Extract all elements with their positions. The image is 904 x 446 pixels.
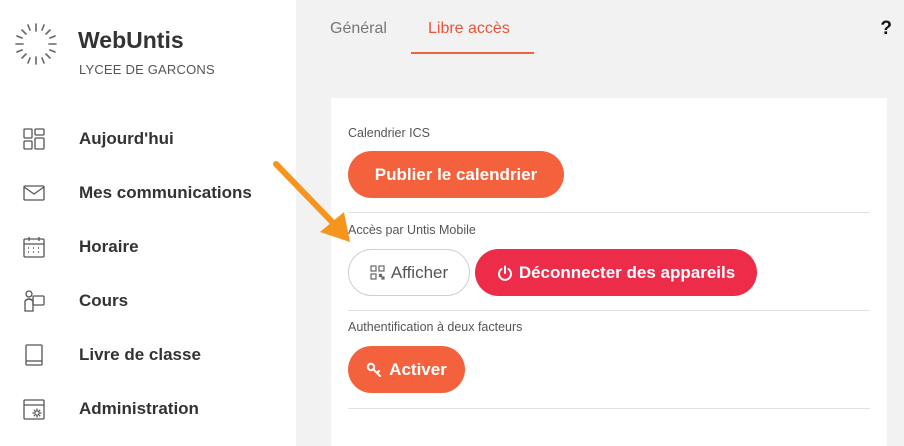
- mobile-section-label: Accès par Untis Mobile: [348, 223, 476, 237]
- sidebar-item-schedule[interactable]: Horaire: [0, 225, 296, 269]
- annotation-arrow-icon: [273, 161, 350, 242]
- sidebar: WebUntis LYCEE DE GARCONS Aujourd'hui Me…: [0, 0, 296, 446]
- key-icon: [366, 361, 383, 378]
- show-qr-button[interactable]: Afficher: [348, 249, 470, 296]
- calendar-icon: [23, 237, 45, 258]
- show-button-label: Afficher: [390, 262, 449, 282]
- sidebar-item-label: Administration: [79, 399, 199, 418]
- divider: [348, 408, 870, 409]
- activate-button-label: Activer: [389, 359, 447, 379]
- disconnect-devices-button[interactable]: Déconnecter des appareils: [475, 249, 757, 296]
- sidebar-item-label: Cours: [79, 291, 129, 310]
- admin-settings-icon: [23, 399, 45, 420]
- activate-2fa-button[interactable]: Activer: [348, 346, 465, 393]
- sidebar-item-label: Aujourd'hui: [79, 129, 174, 148]
- book-icon: [25, 344, 43, 366]
- sidebar-item-today[interactable]: Aujourd'hui: [0, 117, 296, 161]
- brand-name: WebUntis: [78, 27, 184, 53]
- twofa-section-label: Authentification à deux facteurs: [348, 320, 523, 334]
- divider: [348, 310, 870, 311]
- sidebar-item-courses[interactable]: Cours: [0, 279, 296, 323]
- publish-calendar-button[interactable]: Publier le calendrier: [348, 151, 564, 198]
- mail-icon: [23, 185, 45, 201]
- settings-card: Calendrier ICS Publier le calendrier Acc…: [331, 98, 887, 446]
- help-button[interactable]: ?: [880, 18, 892, 40]
- sidebar-item-label: Mes communications: [79, 183, 252, 202]
- school-name: LYCEE DE GARCONS: [79, 62, 215, 77]
- disconnect-button-label: Déconnecter des appareils: [518, 262, 736, 282]
- tab-general[interactable]: Général: [330, 20, 387, 38]
- dashboard-icon: [23, 128, 45, 150]
- active-tab-indicator: [411, 52, 534, 54]
- sidebar-item-label: Livre de classe: [79, 345, 201, 364]
- sidebar-item-classbook[interactable]: Livre de classe: [0, 333, 296, 377]
- qr-code-icon: [370, 265, 385, 280]
- webuntis-logo-icon: [15, 23, 57, 65]
- divider: [348, 212, 870, 213]
- power-icon: [497, 265, 513, 281]
- sidebar-item-communications[interactable]: Mes communications: [0, 171, 296, 215]
- tab-libre-acces[interactable]: Libre accès: [428, 20, 510, 38]
- ics-section-label: Calendrier ICS: [348, 126, 430, 140]
- sidebar-item-administration[interactable]: Administration: [0, 387, 296, 431]
- sidebar-item-label: Horaire: [79, 237, 139, 256]
- person-class-icon: [24, 290, 45, 312]
- main-content: Général Libre accès ? Calendrier ICS Pub…: [296, 0, 904, 446]
